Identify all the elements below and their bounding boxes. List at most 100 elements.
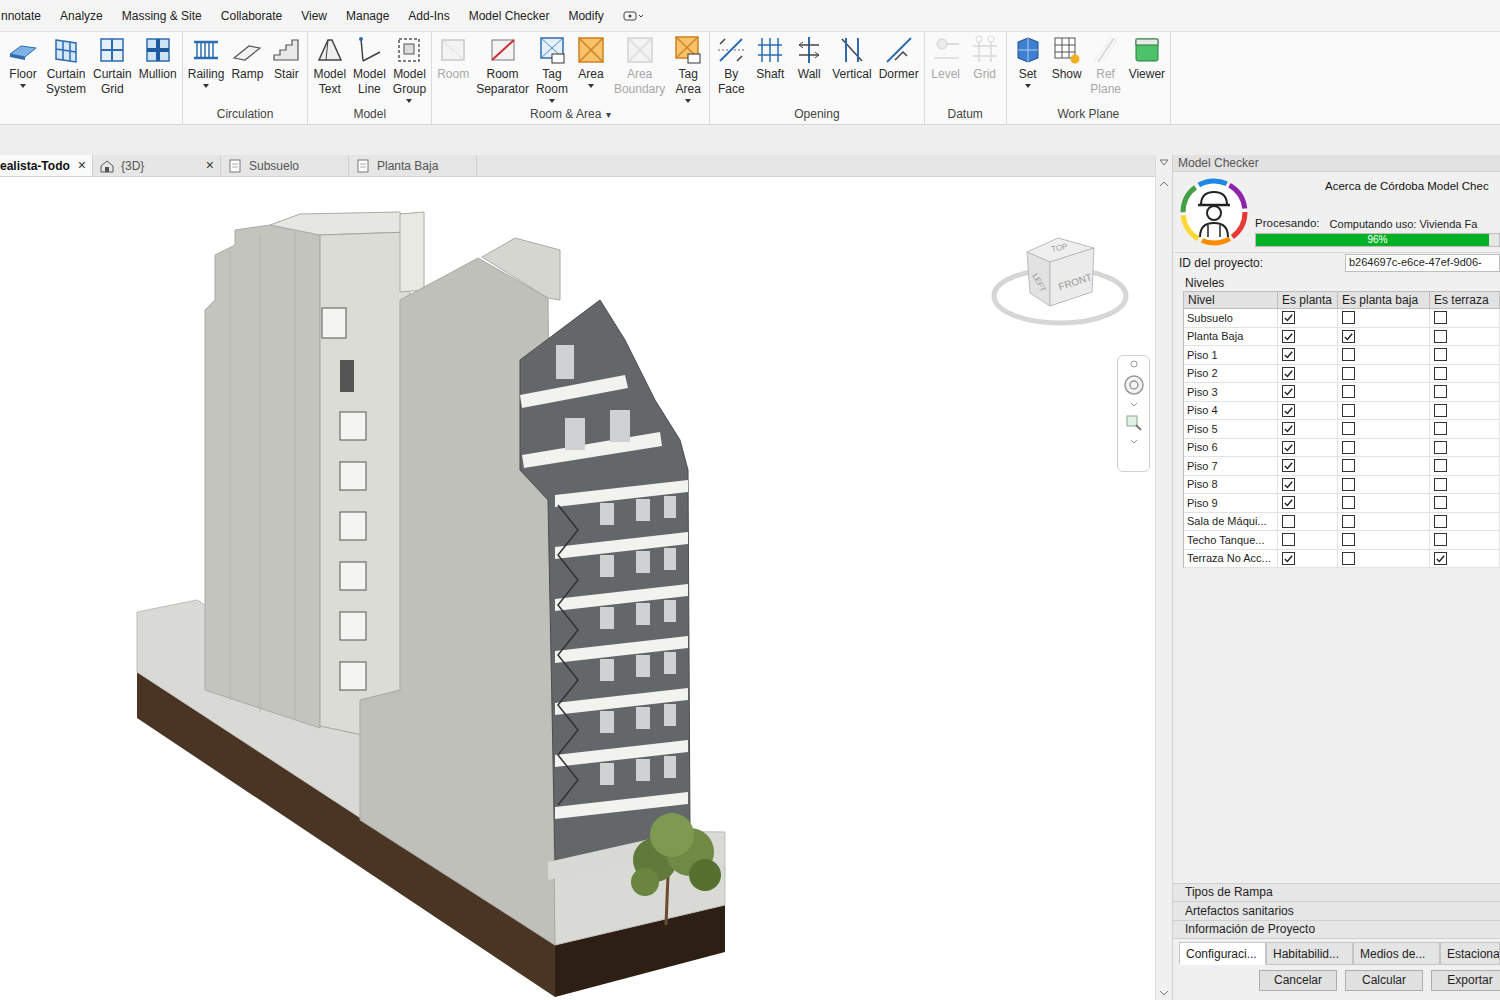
ribbon-button[interactable]: ModelLine: [350, 34, 389, 103]
table-row[interactable]: Piso 1: [1184, 346, 1500, 365]
checkbox[interactable]: [1282, 422, 1295, 435]
dropdown-arrow-icon[interactable]: [406, 99, 412, 103]
panel-scrollbar[interactable]: [1155, 155, 1172, 1000]
section-header[interactable]: Información de Proyecto: [1173, 920, 1500, 939]
dropdown-slot[interactable]: [406, 98, 412, 103]
viewcube-left-label[interactable]: LEFT: [1030, 272, 1048, 294]
checkbox[interactable]: [1434, 478, 1447, 491]
panel-tab[interactable]: Habitabilid...: [1266, 942, 1353, 965]
menu-tab[interactable]: Massing & Site: [122, 7, 202, 25]
checkbox[interactable]: [1342, 459, 1355, 472]
view-tab[interactable]: Planta Baja: [349, 155, 477, 176]
ribbon-button[interactable]: Mullion: [136, 34, 180, 88]
checkbox[interactable]: [1282, 533, 1295, 546]
checkbox[interactable]: [1342, 533, 1355, 546]
ribbon-button[interactable]: Stair: [267, 34, 305, 88]
table-row[interactable]: Terraza No Acc...: [1184, 550, 1500, 569]
dropdown-slot[interactable]: [685, 98, 691, 103]
dropdown-slot[interactable]: [588, 83, 594, 88]
table-row[interactable]: Piso 3: [1184, 383, 1500, 402]
column-header[interactable]: Nivel: [1184, 292, 1278, 308]
table-row[interactable]: Piso 6: [1184, 439, 1500, 458]
checkbox[interactable]: [1282, 367, 1295, 380]
checkbox[interactable]: [1434, 348, 1447, 361]
table-row[interactable]: Techo Tanque...: [1184, 531, 1500, 550]
ribbon-button[interactable]: Floor: [4, 34, 42, 88]
menu-tab[interactable]: Modify: [568, 7, 603, 25]
view-tab[interactable]: {3D}×: [93, 155, 221, 176]
checkbox[interactable]: [1282, 515, 1295, 528]
ribbon-button[interactable]: ModelGroup: [390, 34, 429, 103]
viewcube-top-label[interactable]: TOP: [1051, 242, 1069, 254]
ribbon-button[interactable]: Wall: [790, 34, 828, 88]
section-header[interactable]: Artefactos sanitarios: [1173, 901, 1500, 920]
checkbox[interactable]: [1434, 459, 1447, 472]
checkbox[interactable]: [1342, 404, 1355, 417]
dropdown-arrow-icon[interactable]: [588, 84, 594, 88]
ribbon-button[interactable]: Set: [1009, 34, 1047, 88]
close-tab-icon[interactable]: ×: [78, 155, 86, 176]
menu-tab[interactable]: nnotate: [1, 7, 41, 25]
dropdown-slot[interactable]: [203, 83, 209, 88]
column-header[interactable]: Es terraza: [1430, 292, 1500, 308]
ribbon-button[interactable]: CurtainGrid: [90, 34, 135, 103]
close-tab-icon[interactable]: ×: [206, 155, 214, 176]
about-link[interactable]: Acerca de Córdoba Model Chec: [1325, 180, 1489, 192]
menu-tab[interactable]: Collaborate: [221, 7, 282, 25]
dropdown-arrow-icon[interactable]: [203, 84, 209, 88]
table-row[interactable]: Piso 9: [1184, 494, 1500, 513]
steering-wheel-icon[interactable]: [1123, 374, 1145, 396]
menu-tab[interactable]: View: [301, 7, 327, 25]
checkbox[interactable]: [1282, 348, 1295, 361]
checkbox[interactable]: [1434, 441, 1447, 454]
checkbox[interactable]: [1342, 441, 1355, 454]
dropdown-arrow-icon[interactable]: [685, 99, 691, 103]
table-row[interactable]: Piso 2: [1184, 365, 1500, 384]
checkbox[interactable]: [1342, 496, 1355, 509]
table-row[interactable]: Piso 4: [1184, 402, 1500, 421]
panel-button[interactable]: Calcular: [1345, 970, 1423, 991]
checkbox[interactable]: [1342, 385, 1355, 398]
checkbox[interactable]: [1434, 311, 1447, 324]
table-row[interactable]: Planta Baja: [1184, 328, 1500, 347]
ribbon-button[interactable]: RoomSeparator: [473, 34, 532, 103]
viewcube-front-label[interactable]: FRONT: [1057, 271, 1093, 292]
checkbox[interactable]: [1342, 422, 1355, 435]
view-tab[interactable]: ealista-Todo×: [0, 155, 93, 176]
checkbox[interactable]: [1282, 552, 1295, 565]
checkbox[interactable]: [1434, 515, 1447, 528]
checkbox[interactable]: [1342, 367, 1355, 380]
menu-tab[interactable]: Model Checker: [469, 7, 550, 25]
menu-tab[interactable]: Manage: [346, 7, 389, 25]
menu-arrow-icon[interactable]: [1130, 402, 1138, 407]
view-canvas[interactable]: TOP LEFT FRONT: [0, 177, 1155, 1000]
table-row[interactable]: Piso 5: [1184, 420, 1500, 439]
checkbox[interactable]: [1282, 441, 1295, 454]
checkbox[interactable]: [1434, 422, 1447, 435]
checkbox[interactable]: [1282, 330, 1295, 343]
checkbox[interactable]: [1434, 385, 1447, 398]
checkbox[interactable]: [1282, 404, 1295, 417]
ribbon-button[interactable]: TagArea: [669, 34, 707, 103]
view-tab[interactable]: Subsuelo: [221, 155, 349, 176]
checkbox[interactable]: [1342, 552, 1355, 565]
checkbox[interactable]: [1434, 552, 1447, 565]
checkbox[interactable]: [1434, 496, 1447, 509]
checkbox[interactable]: [1282, 459, 1295, 472]
dropdown-arrow-icon[interactable]: [549, 99, 555, 103]
panel-button[interactable]: Cancelar: [1259, 970, 1337, 991]
ribbon-button[interactable]: ByFace: [712, 34, 750, 103]
panel-button[interactable]: Exportar: [1431, 970, 1500, 991]
checkbox[interactable]: [1282, 311, 1295, 324]
ribbon-button[interactable]: ModelText: [310, 34, 349, 103]
checkbox[interactable]: [1434, 404, 1447, 417]
checkbox[interactable]: [1342, 515, 1355, 528]
ribbon-button[interactable]: Vertical: [829, 34, 874, 88]
zoom-icon[interactable]: [1124, 413, 1144, 433]
ribbon-button[interactable]: Ramp: [228, 34, 266, 88]
checkbox[interactable]: [1342, 478, 1355, 491]
dropdown-arrow-icon[interactable]: [1025, 84, 1031, 88]
checkbox[interactable]: [1434, 367, 1447, 380]
panel-tab[interactable]: Medios de...: [1353, 942, 1440, 965]
panel-tab[interactable]: Estaciona: [1440, 942, 1500, 965]
